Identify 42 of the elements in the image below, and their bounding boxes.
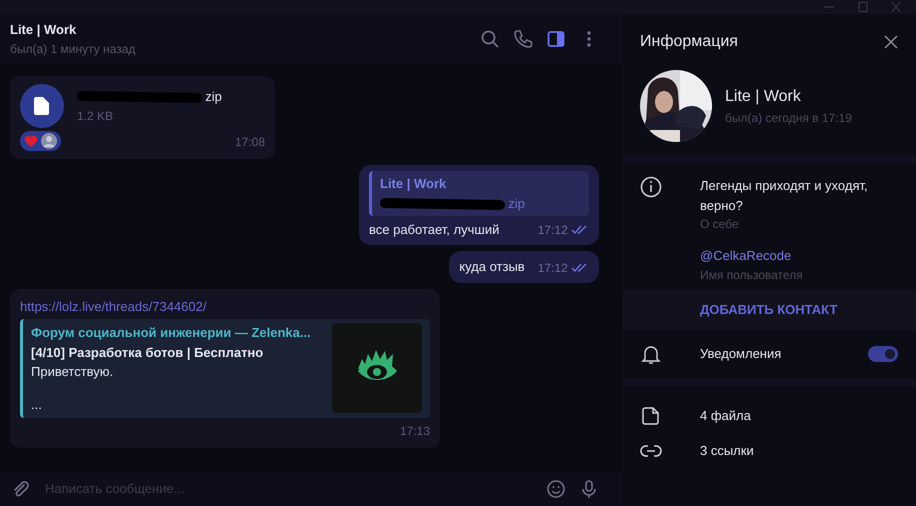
bio-text: Легенды приходят и уходят, верно?: [700, 177, 869, 215]
message-time: 17:13: [400, 422, 430, 440]
chat-title: Lite | Work: [10, 21, 78, 40]
search-icon[interactable]: [480, 29, 500, 49]
panel-title: Информация: [640, 32, 738, 52]
file-size: 1.2 KB: [77, 108, 114, 125]
phone-icon[interactable]: [513, 29, 533, 49]
avatar-icon: [41, 133, 58, 150]
message-time: 17:12: [538, 222, 568, 239]
preview-ellipsis: ...: [31, 396, 43, 414]
heart-icon: [24, 134, 38, 148]
links-count[interactable]: 3 ссылки: [700, 441, 754, 461]
bio-label: О себе: [700, 216, 740, 233]
add-contact-button[interactable]: ДОБАВИТЬ КОНТАКТ: [622, 290, 916, 330]
reply-text: zip: [508, 194, 525, 213]
files-count[interactable]: 4 файла: [700, 406, 751, 426]
close-icon[interactable]: [884, 35, 898, 49]
info-icon: [640, 176, 662, 198]
preview-description: Приветствую.: [31, 363, 114, 382]
contact-name: Lite | Work: [725, 87, 802, 107]
file-icon: [20, 84, 64, 128]
reply-author: Lite | Work: [380, 175, 448, 194]
link-preview[interactable]: Форум социальной инженерии — Zelenka... [4/10] Разработка ботов | Бесплатно Приветствую. ...: [20, 319, 430, 418]
message-text: все работает, лучший: [369, 220, 500, 239]
message-text: куда отзыв: [459, 258, 525, 276]
contact-status: был(а) сегодня в 17:19: [725, 110, 852, 127]
preview-title: [4/10] Разработка ботов | Бесплатно: [31, 344, 264, 362]
emoji-icon[interactable]: [546, 479, 566, 499]
last-seen-status: был(а) 1 минуту назад: [10, 40, 136, 58]
eye-logo-icon: [332, 323, 422, 414]
preview-site: Форум социальной инженерии — Zelenka...: [31, 324, 312, 342]
username-link[interactable]: @CelkaRecode: [700, 246, 898, 266]
file-icon[interactable]: [640, 405, 662, 427]
microphone-icon[interactable]: [579, 479, 599, 499]
notifications-label: Уведомления: [700, 344, 782, 363]
sidebar-icon[interactable]: [546, 29, 566, 49]
message-link[interactable]: https://lolz.live/threads/7344602/: [20, 296, 430, 316]
file-name: zip: [205, 88, 222, 106]
message-time: 17:08: [234, 134, 265, 152]
username-label: Имя пользователя: [700, 266, 804, 284]
message-time: 17:12: [538, 260, 568, 276]
notifications-toggle[interactable]: [868, 346, 898, 362]
